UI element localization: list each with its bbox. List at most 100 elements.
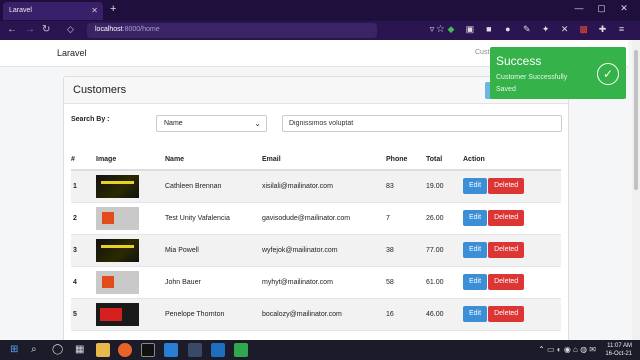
toast-message: Customer Successfully Saved [496, 74, 568, 93]
customer-total: 19.00 [426, 170, 463, 203]
back-icon[interactable]: ← [7, 24, 17, 35]
customer-email: wyfejok@mailinator.com [262, 234, 386, 267]
table-row: 1 Cathleen Brennan xisilali@mailinator.c… [71, 170, 561, 203]
customer-image [96, 270, 139, 294]
edit-button[interactable]: Edit [463, 210, 488, 226]
column-header-name: Name [165, 150, 262, 171]
extension-icon[interactable]: ✕ [558, 24, 571, 36]
customer-phone: 16 [386, 298, 426, 331]
customer-name: Mia Powell [165, 234, 262, 267]
task-view-icon[interactable]: ◯ [52, 344, 63, 355]
clock-time: 11:07 AM [607, 343, 632, 349]
image-cell [96, 202, 165, 235]
row-number: 1 [71, 170, 96, 203]
customer-image [96, 238, 139, 262]
app-icon[interactable] [234, 343, 248, 357]
eyedropper-icon[interactable]: ✎ [520, 24, 533, 36]
customers-nav-link[interactable]: Cust [475, 49, 489, 56]
customer-email: gavisodude@mailinator.com [262, 202, 386, 235]
widgets-icon[interactable]: ▦ [75, 344, 84, 355]
delete-button[interactable]: Deleted [488, 210, 525, 226]
customer-total: 26.00 [426, 202, 463, 235]
customer-total: 77.00 [426, 234, 463, 267]
image-cell [96, 266, 165, 299]
extensions-puzzle-icon[interactable]: ✚ [596, 24, 609, 36]
customer-email: myhyt@mailinator.com [262, 266, 386, 299]
customer-image [96, 302, 139, 326]
browser-nav-bar: ← → ↻ ◇ localhost:8000/home ☆ ▿ ◆ ▣ ■ ● … [0, 21, 640, 40]
edit-button[interactable]: Edit [463, 306, 488, 322]
system-tray[interactable]: ⌃ ▭ ◐ ◉ ⌂ ◍ ✉ [538, 345, 596, 354]
customer-image [96, 206, 139, 230]
maximize-button[interactable]: ▢ [591, 3, 611, 14]
column-header-email: Email [262, 150, 386, 171]
customer-image [96, 174, 139, 198]
column-header-action: Action [463, 150, 561, 171]
delete-button[interactable]: Deleted [488, 242, 525, 258]
minimize-button[interactable]: — [569, 3, 589, 13]
delete-button[interactable]: Deleted [488, 306, 525, 322]
page-scrollbar[interactable] [632, 40, 640, 340]
new-tab-button[interactable]: + [110, 3, 116, 15]
url-host: localhost [95, 26, 123, 33]
checkmark-icon: ✓ [597, 63, 619, 85]
delete-button[interactable]: Deleted [488, 274, 525, 290]
system-clock[interactable]: 11:07 AM 16-Oct-21 [605, 342, 632, 358]
close-tab-icon[interactable]: ✕ [91, 6, 98, 15]
edit-button[interactable]: Edit [463, 242, 488, 258]
extension-dark-icon[interactable]: ■ [482, 24, 495, 36]
row-number: 5 [71, 298, 96, 331]
vscode-icon[interactable] [164, 343, 178, 357]
browser-tab[interactable]: Laravel ✕ [3, 2, 103, 20]
table-row: 2 Test Unity Vafalencia gavisodude@maili… [71, 202, 561, 235]
address-bar[interactable]: localhost:8000/home [87, 23, 377, 38]
tab-title: Laravel [9, 7, 32, 14]
edit-button[interactable]: Edit [463, 274, 488, 290]
url-path: :8000/home [122, 26, 160, 33]
table-row: 5 Penelope Thornton bocalozy@mailinator.… [71, 298, 561, 331]
table-row: 3 Mia Powell wyfejok@mailinator.com 38 7… [71, 234, 561, 267]
row-number: 4 [71, 266, 96, 299]
extension-icon[interactable]: ✦ [539, 24, 552, 36]
app-icon[interactable] [211, 343, 225, 357]
forward-icon[interactable]: → [25, 24, 35, 35]
action-cell: Edit Deleted [463, 170, 561, 203]
customer-total: 46.00 [426, 298, 463, 331]
file-explorer-icon[interactable] [96, 343, 110, 357]
delete-button[interactable]: Deleted [488, 178, 525, 195]
table-header-row: # Image Name Email Phone Total Action [71, 150, 561, 171]
pocket-icon[interactable]: ▿ [425, 24, 438, 36]
windows-start-icon[interactable]: ⊞ [10, 344, 18, 355]
action-cell: Edit Deleted [463, 202, 561, 235]
select-value: Name [164, 120, 183, 127]
customer-email: bocalozy@mailinator.com [262, 298, 386, 331]
column-header-number: # [71, 150, 96, 171]
customer-phone: 83 [386, 170, 426, 203]
reload-icon[interactable]: ↻ [42, 24, 50, 35]
scrollbar-thumb[interactable] [634, 50, 638, 190]
edit-button[interactable]: Edit [463, 178, 488, 195]
image-cell [96, 298, 165, 331]
table-row: 4 John Bauer myhyt@mailinator.com 58 61.… [71, 266, 561, 299]
menu-icon[interactable]: ≡ [615, 24, 628, 36]
customer-email: xisilali@mailinator.com [262, 170, 386, 203]
column-header-image: Image [96, 150, 165, 171]
extension-icon[interactable]: ● [501, 24, 514, 36]
firefox-icon[interactable] [118, 343, 132, 357]
success-toast[interactable]: Success Customer Successfully Saved ✓ [490, 47, 626, 99]
search-input[interactable] [282, 115, 562, 132]
close-window-button[interactable]: ✕ [614, 3, 634, 14]
extension-green-icon[interactable]: ◆ [444, 24, 457, 36]
search-field-select[interactable]: Name ⌄ [156, 115, 267, 132]
image-cell [96, 234, 165, 267]
app-icon[interactable] [188, 343, 202, 357]
terminal-icon[interactable] [141, 343, 155, 357]
page-title: Customers [73, 84, 127, 96]
extension-colored-icon[interactable]: ▩ [577, 24, 590, 36]
column-header-total: Total [426, 150, 463, 171]
search-icon[interactable]: ⌕ [31, 344, 37, 355]
image-cell [96, 170, 165, 203]
brand-link[interactable]: Laravel [57, 48, 87, 58]
extension-icon[interactable]: ▣ [463, 24, 476, 36]
shield-icon[interactable]: ◇ [67, 24, 74, 35]
